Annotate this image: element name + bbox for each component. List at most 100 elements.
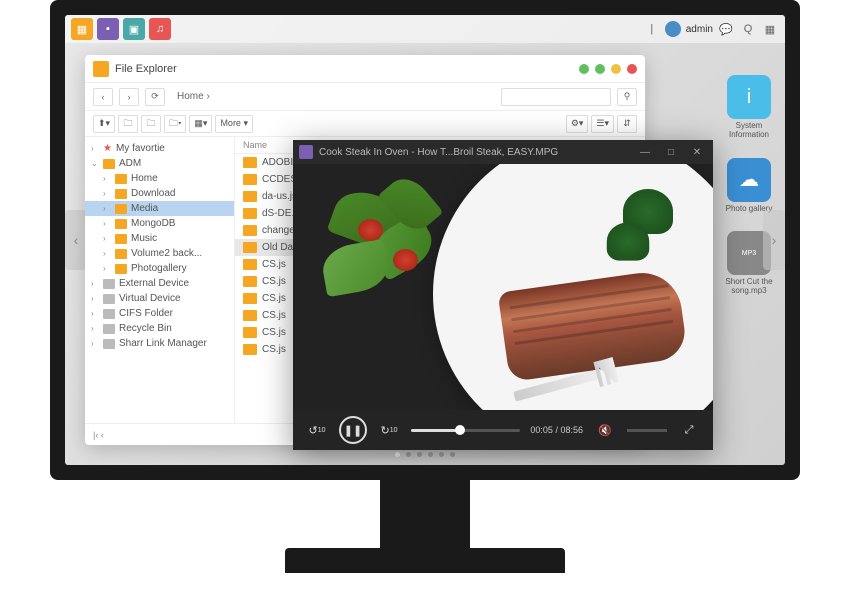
seek-slider[interactable] <box>411 429 520 432</box>
notification-icon[interactable]: | <box>643 20 661 38</box>
settings-button[interactable]: ⚙▾ <box>566 115 589 133</box>
tree-item-mongodb[interactable]: ›MongoDB <box>85 216 234 231</box>
forward-button[interactable]: › <box>119 88 139 106</box>
video-title: Cook Steak In Oven - How T...Broil Steak… <box>319 147 629 158</box>
window-titlebar[interactable]: Cook Steak In Oven - How T...Broil Steak… <box>293 140 713 164</box>
video-player-icon <box>299 145 313 159</box>
close-button[interactable] <box>627 64 637 74</box>
taskbar-app-photos-icon[interactable]: ▣ <box>123 18 145 40</box>
search-button[interactable]: ⚲ <box>617 88 637 106</box>
link-icon <box>103 339 115 349</box>
info-icon: i <box>727 75 771 119</box>
folder-icon <box>243 276 257 287</box>
sort-button[interactable]: ⇵ <box>617 115 637 133</box>
folder-icon <box>115 174 127 184</box>
tree-item-music[interactable]: ›Music <box>85 231 234 246</box>
skip-forward-button[interactable]: ↻10 <box>377 418 401 442</box>
folder-icon <box>103 159 115 169</box>
page-dot[interactable] <box>417 452 422 457</box>
tree-item-favorite[interactable]: ›★My favortie <box>85 141 234 156</box>
fullscreen-button[interactable]: ⤢ <box>677 418 701 442</box>
refresh-button[interactable]: ⟳ <box>145 88 165 106</box>
cloud-icon: ☁ <box>727 158 771 202</box>
tree-item-cifs[interactable]: ›CIFS Folder <box>85 306 234 321</box>
pager-controls[interactable]: |‹ ‹ <box>93 430 104 440</box>
page-dot[interactable] <box>406 452 411 457</box>
tree-item-volume2[interactable]: ›Volume2 back... <box>85 246 234 261</box>
volume-slider[interactable] <box>627 429 667 432</box>
folder-icon <box>243 191 257 202</box>
close-button[interactable]: ✕ <box>687 144 707 160</box>
folder-icon <box>115 189 127 199</box>
folder-icon <box>243 259 257 270</box>
page-dot[interactable] <box>450 452 455 457</box>
search-icon[interactable]: Q <box>739 20 757 38</box>
tree-item-photogallery[interactable]: ›Photogallery <box>85 261 234 276</box>
user-label: admin <box>686 24 713 35</box>
tree-item-media[interactable]: ›Media <box>85 201 234 216</box>
page-dot[interactable] <box>395 452 400 457</box>
taskbar-app-audio-icon[interactable]: ♫ <box>149 18 171 40</box>
search-input[interactable] <box>501 88 611 106</box>
folder-icon <box>243 293 257 304</box>
more-button[interactable]: More ▾ <box>215 115 253 133</box>
list-view-button[interactable]: ☰▾ <box>591 115 614 133</box>
view-button[interactable]: ▦▾ <box>189 115 212 133</box>
grid-icon[interactable]: ▦ <box>761 20 779 38</box>
avatar-icon <box>665 21 681 37</box>
folder-tree: ›★My favortie ⌄ADM ›Home ›Download ›Medi… <box>85 137 235 423</box>
folder-icon <box>115 264 127 274</box>
tree-item-external[interactable]: ›External Device <box>85 276 234 291</box>
folder-icon <box>115 219 127 229</box>
desktop-icon-system-info[interactable]: i System Information <box>723 75 775 140</box>
tree-item-download[interactable]: ›Download <box>85 186 234 201</box>
breadcrumb[interactable]: Home › <box>171 91 495 102</box>
new-folder-button[interactable]: 🗀 <box>118 115 138 133</box>
skip-back-button[interactable]: ↺10 <box>305 418 329 442</box>
tree-item-home[interactable]: ›Home <box>85 171 234 186</box>
nav-bar: ‹ › ⟳ Home › ⚲ <box>85 83 645 111</box>
folder-icon <box>103 309 115 319</box>
folder-icon <box>115 249 127 259</box>
folder-icon <box>115 204 127 214</box>
tree-item-recycle[interactable]: ›Recycle Bin <box>85 321 234 336</box>
page-dot[interactable] <box>428 452 433 457</box>
taskbar-app-files-icon[interactable]: ▦ <box>71 18 93 40</box>
folder-icon <box>243 225 257 236</box>
taskbar-app-media-icon[interactable]: ▪ <box>97 18 119 40</box>
file-explorer-icon <box>93 61 109 77</box>
folder-icon <box>243 327 257 338</box>
pause-button[interactable]: ❚❚ <box>339 416 367 444</box>
desktop-prev-button[interactable]: ‹ <box>65 210 87 270</box>
video-canvas[interactable] <box>293 164 713 410</box>
device-icon <box>103 279 115 289</box>
desktop-page-dots <box>395 452 455 457</box>
taskbar: ▦ ▪ ▣ ♫ | admin 💬 Q ▦ <box>65 15 785 43</box>
maximize-button[interactable]: □ <box>661 144 681 160</box>
desktop-next-button[interactable]: › <box>763 210 785 270</box>
desktop-icon-photo-gallery[interactable]: ☁ Photo gallery <box>723 158 775 214</box>
star-icon: ★ <box>103 143 112 154</box>
tree-item-virtual[interactable]: ›Virtual Device <box>85 291 234 306</box>
tree-item-adm[interactable]: ⌄ADM <box>85 156 234 171</box>
upload-button[interactable]: ⬆▾ <box>93 115 115 133</box>
window-button[interactable] <box>595 64 605 74</box>
device-icon <box>103 294 115 304</box>
back-button[interactable]: ‹ <box>93 88 113 106</box>
folder-icon <box>243 157 257 168</box>
user-menu[interactable]: admin <box>665 21 713 37</box>
page-dot[interactable] <box>439 452 444 457</box>
mute-button[interactable]: 🔇 <box>593 418 617 442</box>
folder-action-button[interactable]: 🗀 <box>141 115 161 133</box>
folder-action-button[interactable]: 🗀▾ <box>164 115 186 133</box>
toolbar: ⬆▾ 🗀 🗀 🗀▾ ▦▾ More ▾ ⚙▾ ☰▾ ⇵ <box>85 111 645 137</box>
folder-icon <box>115 234 127 244</box>
folder-icon <box>243 208 257 219</box>
minimize-button[interactable]: — <box>635 144 655 160</box>
window-titlebar[interactable]: File Explorer <box>85 55 645 83</box>
chat-icon[interactable]: 💬 <box>717 20 735 38</box>
tree-item-sharr[interactable]: ›Sharr Link Manager <box>85 336 234 351</box>
maximize-button[interactable] <box>611 64 621 74</box>
folder-icon <box>243 174 257 185</box>
minimize-button[interactable] <box>579 64 589 74</box>
